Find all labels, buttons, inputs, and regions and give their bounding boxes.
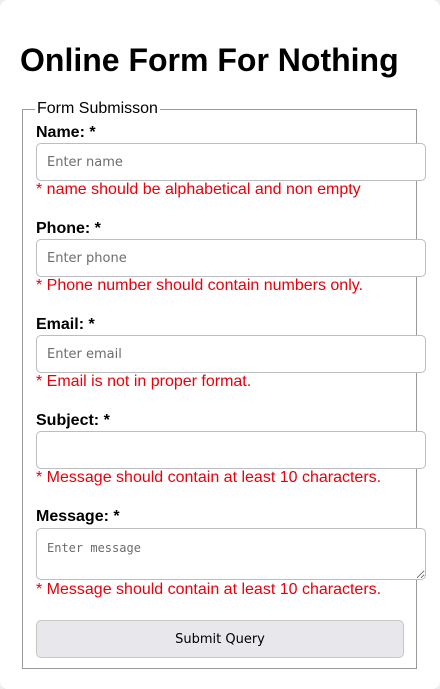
email-input[interactable]	[36, 335, 426, 373]
form-card: Online Form For Nothing Form Submisson N…	[0, 0, 440, 689]
phone-error: * Phone number should contain numbers on…	[36, 277, 364, 294]
subject-input[interactable]	[36, 431, 426, 469]
name-error: * name should be alphabetical and non em…	[36, 181, 361, 198]
subject-error: * Message should contain at least 10 cha…	[36, 469, 382, 486]
name-input[interactable]	[36, 143, 426, 181]
phone-label: Phone: *	[36, 220, 101, 237]
email-label: Email: *	[36, 316, 95, 333]
name-label: Name: *	[36, 124, 96, 141]
message-label: Message: *	[36, 508, 120, 525]
email-error: * Email is not in proper format.	[36, 373, 252, 390]
message-error: * Message should contain at least 10 cha…	[36, 581, 382, 598]
subject-label: Subject: *	[36, 412, 110, 429]
submit-button[interactable]: Submit Query	[36, 620, 404, 658]
page-title: Online Form For Nothing	[20, 42, 399, 78]
message-textarea[interactable]	[36, 528, 426, 580]
form-legend: Form Submisson	[37, 100, 158, 117]
phone-input[interactable]	[36, 239, 426, 277]
